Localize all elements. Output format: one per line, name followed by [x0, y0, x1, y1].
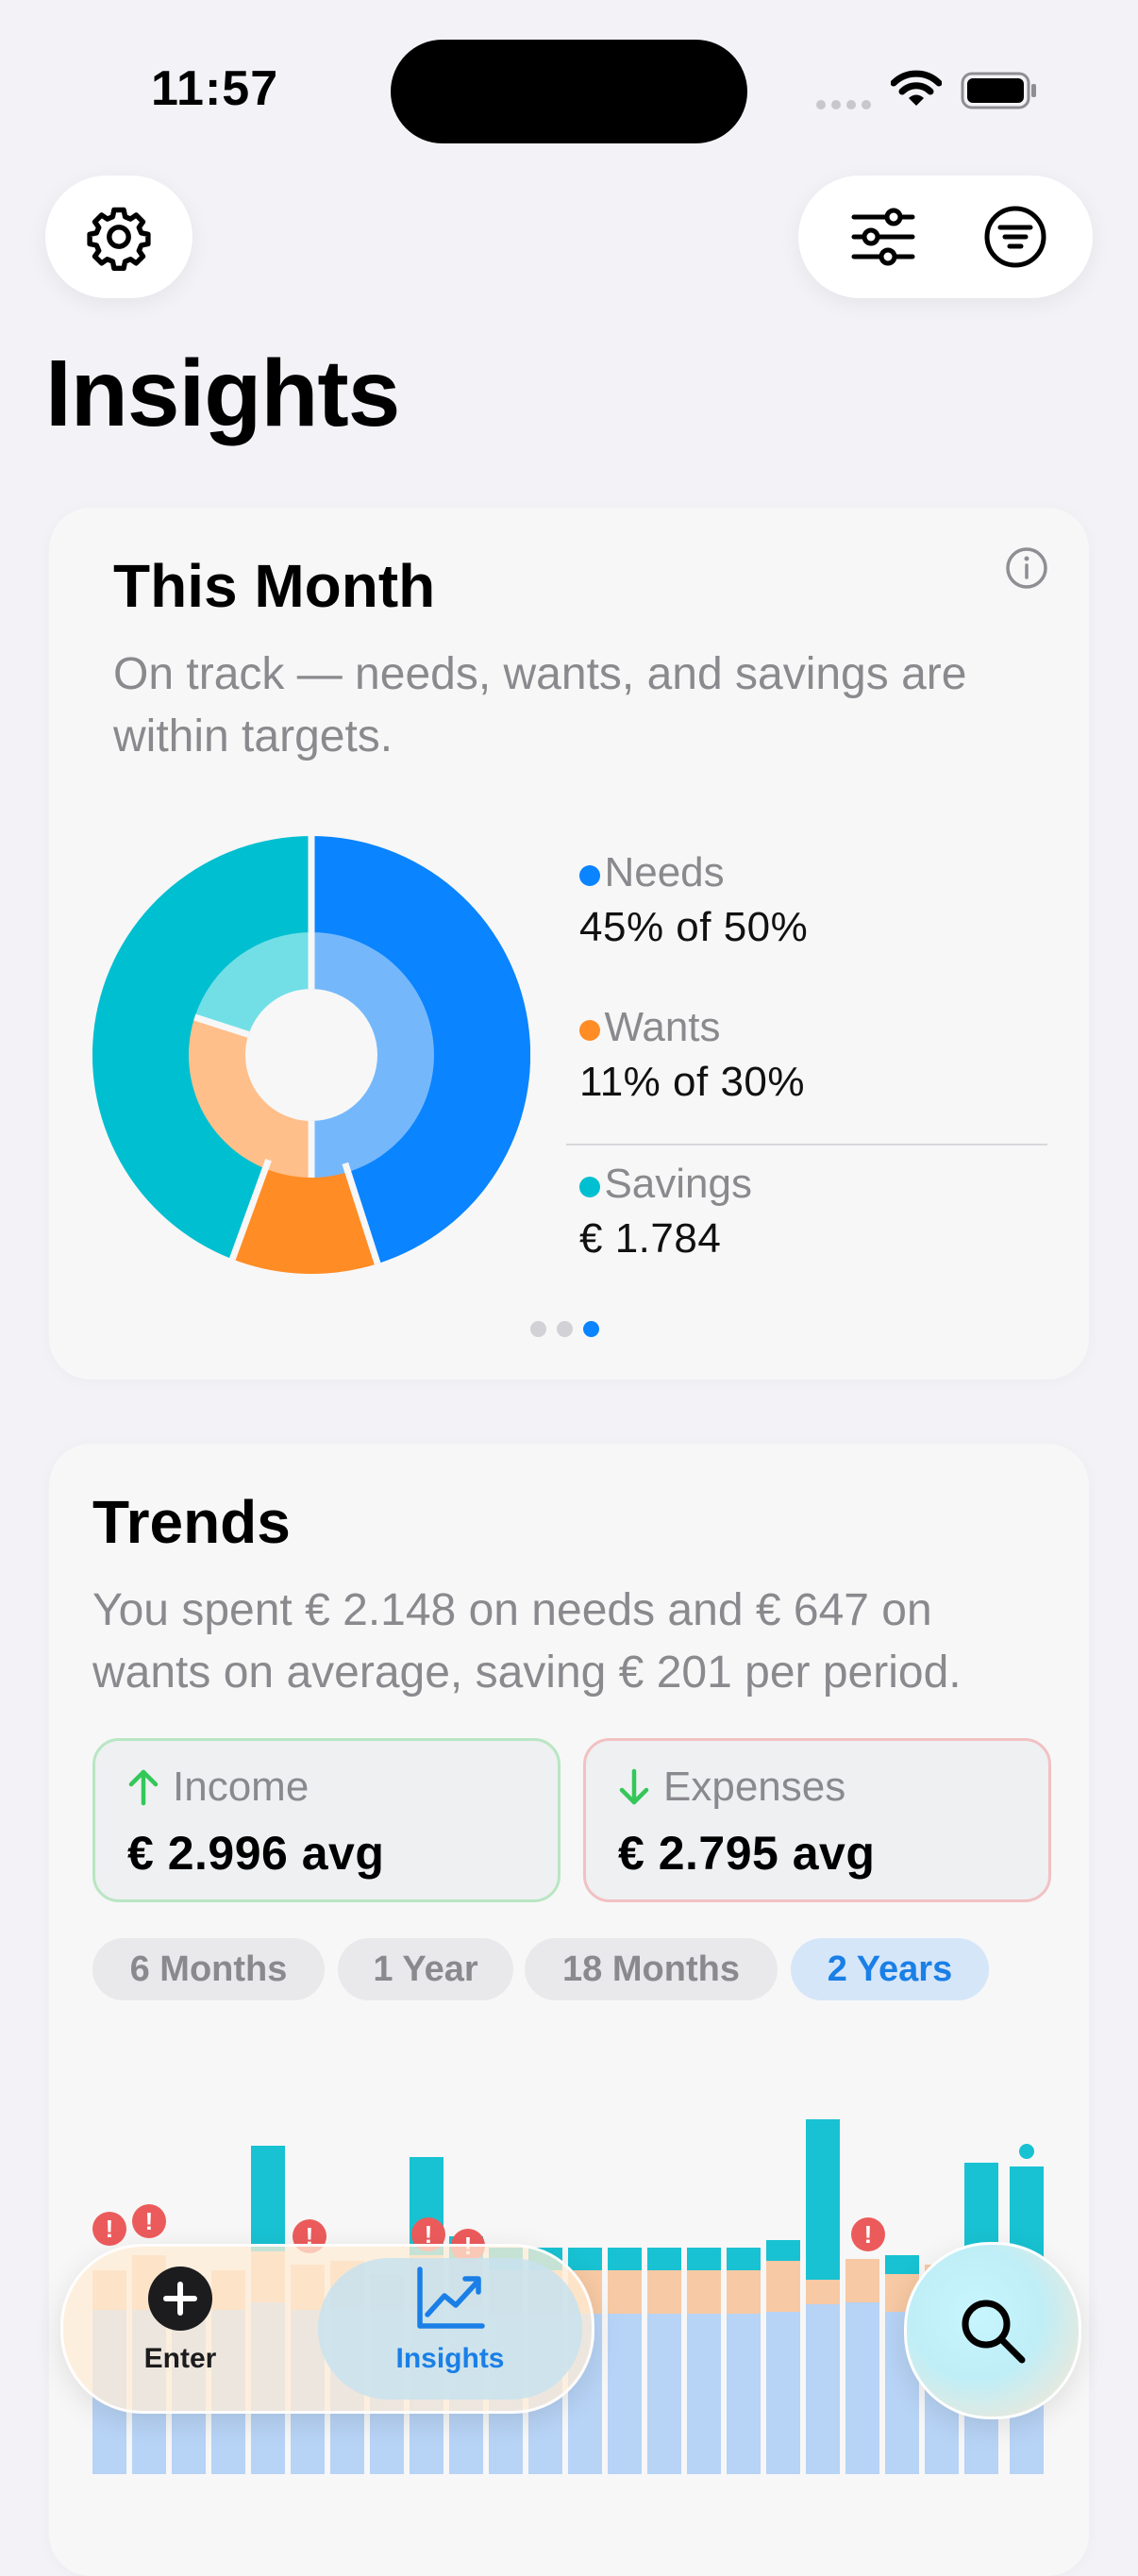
battery-icon — [961, 72, 1036, 109]
filter-button[interactable] — [959, 176, 1072, 298]
needs-value: 45% of 50% — [579, 904, 809, 950]
needs-dot — [579, 865, 600, 886]
range-6-months[interactable]: 6 Months — [92, 1938, 325, 2000]
bar-group-16 — [687, 2248, 721, 2474]
legend-wants: Wants — [579, 1004, 721, 1051]
status-time: 11:57 — [151, 61, 279, 116]
sliders-icon — [851, 208, 915, 266]
cellular-signal-icon — [816, 100, 871, 109]
bar-group-18 — [766, 2240, 800, 2474]
bar-savings — [964, 2163, 998, 2253]
page-dot[interactable] — [557, 1321, 573, 1337]
expenses-value: € 2.795 avg — [618, 1827, 876, 1880]
settings-button[interactable] — [45, 176, 192, 298]
bar-group-20 — [845, 2259, 879, 2474]
bar-wants — [806, 2280, 840, 2304]
arrow-down-icon — [619, 1768, 649, 1805]
wants-value: 11% of 30% — [579, 1059, 806, 1105]
bar-needs — [687, 2314, 721, 2474]
tab-enter[interactable]: Enter — [120, 2266, 241, 2398]
trends-description: You spent € 2.148 on needs and € 647 on … — [92, 1585, 962, 1698]
magnifier-icon — [962, 2300, 1026, 2364]
page-dot-active[interactable] — [583, 1321, 599, 1337]
info-icon[interactable] — [1004, 545, 1049, 591]
dynamic-island — [391, 40, 747, 143]
tab-bar: Enter Insights — [60, 2244, 594, 2414]
arrow-up-icon — [128, 1769, 159, 1806]
budget-donut-chart — [92, 836, 530, 1274]
legend-needs: Needs — [579, 849, 725, 896]
alert-badge[interactable]: ! — [851, 2217, 885, 2251]
page-indicator[interactable] — [530, 1321, 610, 1342]
savings-value: € 1.784 — [579, 1215, 722, 1262]
bar-wants — [766, 2261, 800, 2312]
bar-needs — [806, 2304, 840, 2474]
wants-label: Wants — [604, 1004, 721, 1050]
toolbar-right — [798, 176, 1093, 298]
bar-needs — [608, 2314, 642, 2474]
bar-wants — [608, 2270, 642, 2314]
bar-savings — [885, 2255, 919, 2274]
tab-enter-label: Enter — [143, 2343, 217, 2374]
savings-label: Savings — [604, 1161, 752, 1207]
range-2-years[interactable]: 2 Years — [791, 1938, 989, 2000]
adjustments-button[interactable] — [827, 176, 940, 298]
bar-needs — [647, 2314, 681, 2474]
bar-needs — [766, 2312, 800, 2474]
alert-badge[interactable]: ! — [92, 2212, 126, 2246]
income-label: Income — [173, 1764, 310, 1810]
bar-wants — [647, 2270, 681, 2314]
this-month-description: On track — needs, wants, and savings are… — [113, 649, 967, 761]
this-month-title: This Month — [113, 552, 436, 620]
tab-insights-label: Insights — [395, 2343, 505, 2374]
page-title: Insights — [45, 341, 400, 446]
bar-wants — [727, 2270, 761, 2314]
bar-savings — [608, 2248, 642, 2270]
needs-label: Needs — [604, 849, 725, 895]
bar-group-15 — [647, 2248, 681, 2474]
chart-trend-icon — [417, 2267, 485, 2329]
search-button[interactable] — [904, 2242, 1081, 2419]
bar-wants — [845, 2259, 879, 2302]
legend-divider — [566, 1144, 1047, 1146]
trends-title: Trends — [92, 1488, 291, 1556]
expenses-label: Expenses — [663, 1764, 846, 1810]
tab-insights[interactable]: Insights — [318, 2266, 582, 2398]
range-18-months[interactable]: 18 Months — [525, 1938, 778, 2000]
bar-savings — [806, 2119, 840, 2280]
bar-savings — [251, 2146, 285, 2251]
income-value: € 2.996 avg — [127, 1827, 385, 1880]
bar-group-14 — [608, 2248, 642, 2474]
bar-group-17 — [727, 2248, 761, 2474]
filter-circle-icon — [984, 206, 1046, 268]
gear-icon — [87, 207, 151, 271]
bar-needs — [845, 2302, 879, 2474]
page-dot[interactable] — [530, 1321, 546, 1337]
bar-savings — [727, 2248, 761, 2270]
bar-needs — [727, 2314, 761, 2474]
expenses-summary[interactable]: Expenses € 2.795 avg — [583, 1738, 1051, 1902]
wants-dot — [579, 1020, 600, 1041]
plus-icon — [148, 2267, 212, 2331]
legend-savings: Savings — [579, 1161, 752, 1208]
bar-savings — [687, 2248, 721, 2270]
savings-marker — [1019, 2144, 1034, 2159]
bar-savings — [647, 2248, 681, 2270]
income-summary[interactable]: Income € 2.996 avg — [92, 1738, 561, 1902]
range-1-year[interactable]: 1 Year — [338, 1938, 513, 2000]
bar-group-19 — [806, 2119, 840, 2474]
bar-wants — [687, 2270, 721, 2314]
alert-badge[interactable]: ! — [132, 2204, 166, 2238]
savings-dot — [579, 1177, 600, 1197]
bar-savings — [766, 2240, 800, 2261]
wifi-icon — [891, 70, 942, 106]
